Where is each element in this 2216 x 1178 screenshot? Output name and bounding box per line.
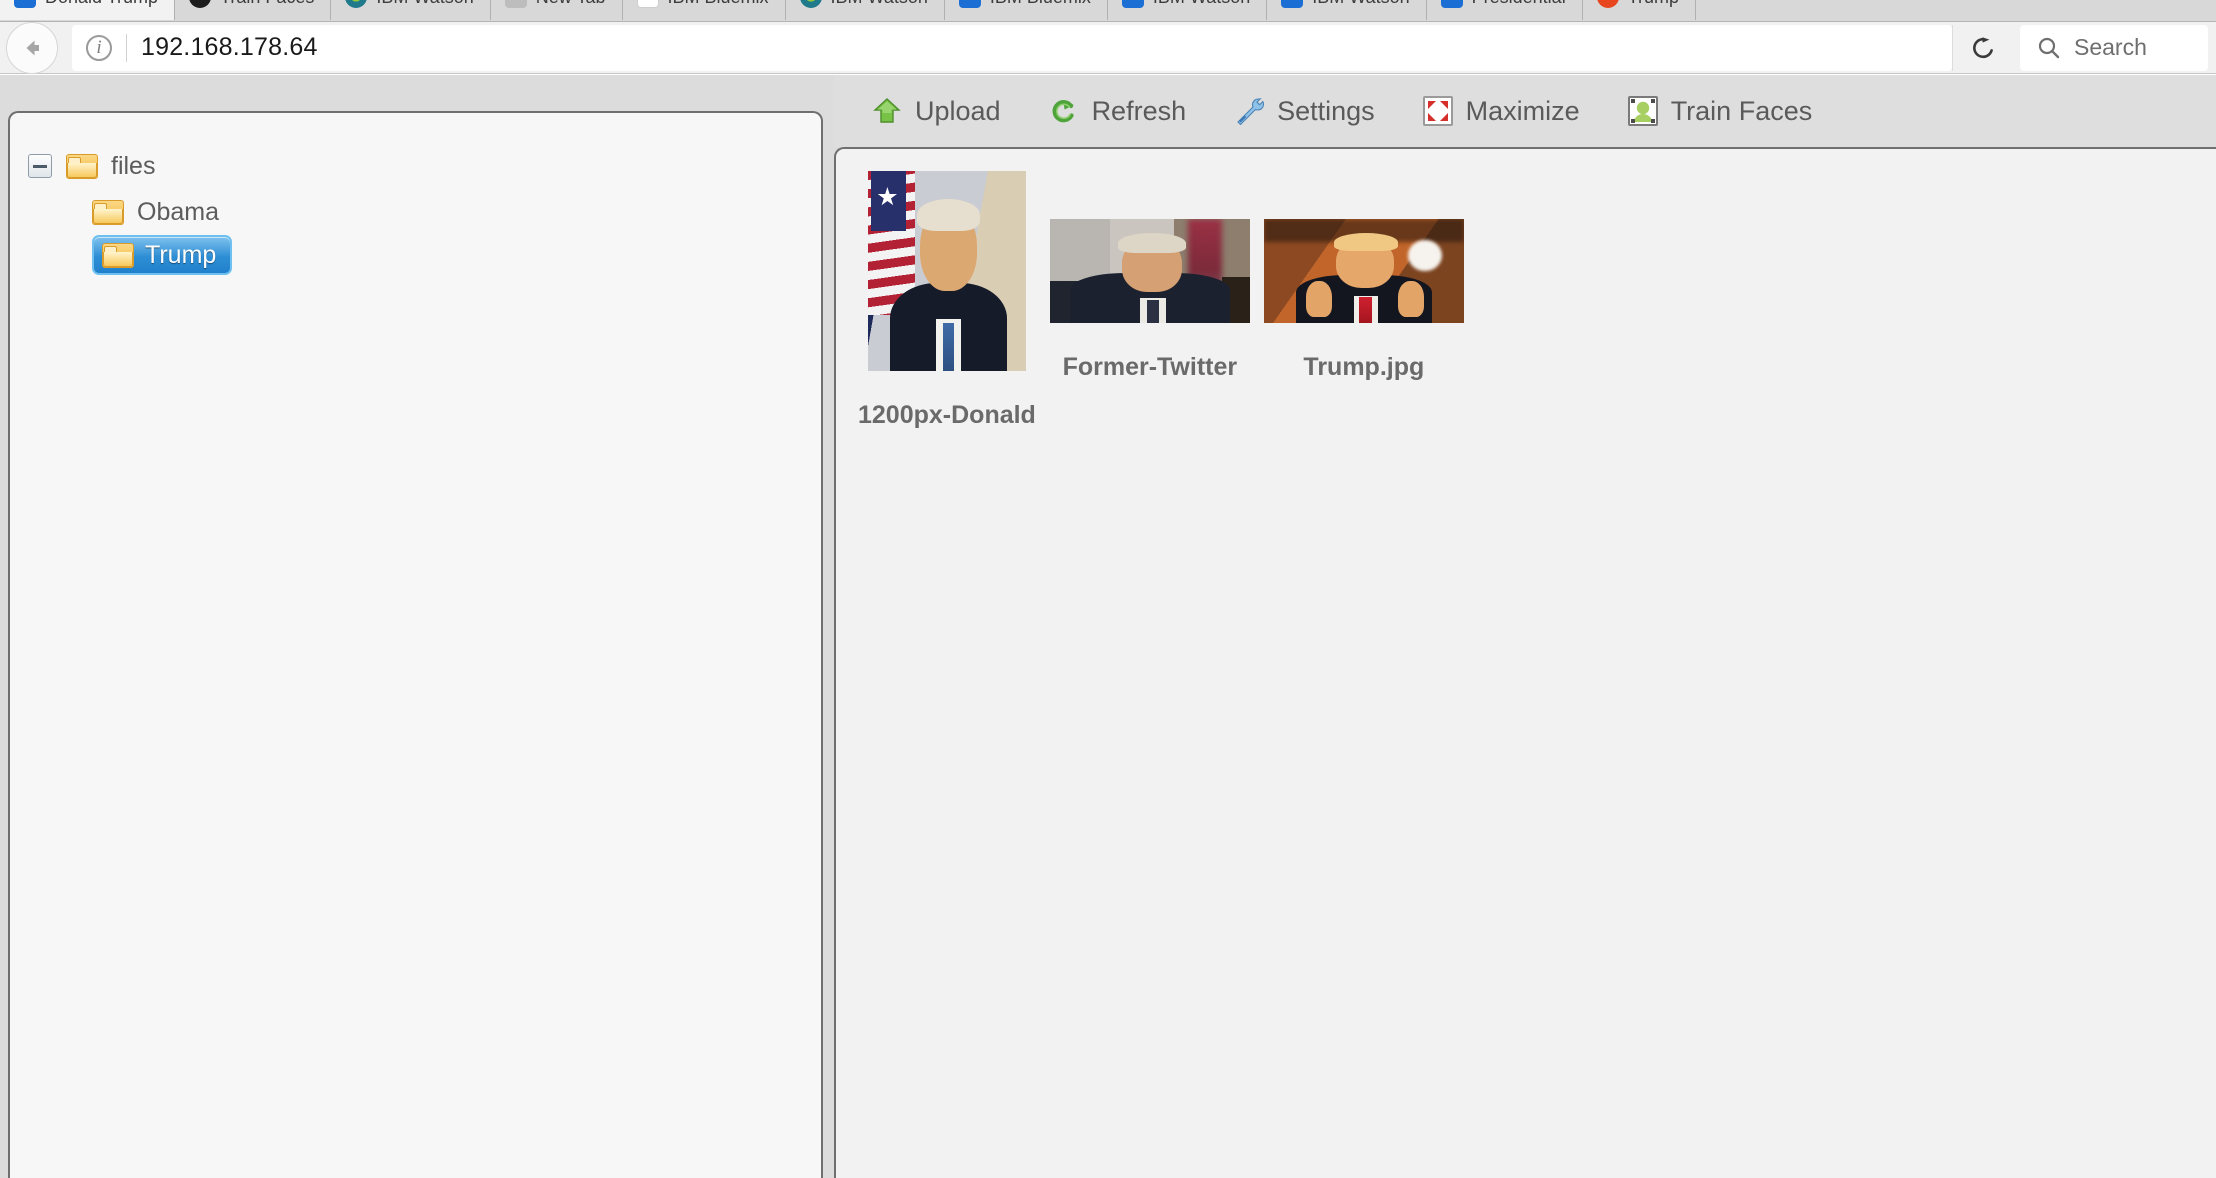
back-arrow-icon[interactable] [6, 21, 58, 74]
favicon-blue-icon [1440, 0, 1463, 8]
browser-tab[interactable]: IBM Watson [1107, 0, 1268, 20]
image-gallery-panel: 1200px-Donald Former-Twitter Trump.jpg [834, 147, 2216, 1178]
browser-tab[interactable]: IBM Bluemix [622, 0, 786, 20]
train-faces-button[interactable]: Train Faces [1627, 90, 1835, 133]
info-glyph: i [96, 36, 102, 58]
maximize-arrows-icon [1422, 96, 1453, 126]
maximize-button[interactable]: Maximize [1422, 90, 1602, 133]
favicon-blue-icon [14, 0, 36, 8]
browser-tab[interactable]: IBM Watson [785, 0, 945, 20]
tree-item-label: files [111, 151, 156, 180]
folder-tree-panel: files Obama Trump [8, 111, 823, 1178]
browser-tab-label: Trump [1628, 0, 1679, 8]
photo-thumbs-up-left [1305, 281, 1332, 317]
favicon-black-icon [189, 0, 212, 8]
upload-arrow-icon [872, 96, 902, 126]
browser-tab[interactable]: Trump [1582, 0, 1697, 20]
browser-tab-label: IBM Bluemix [668, 0, 769, 8]
photo-thumbs-up-right [1397, 281, 1424, 317]
info-icon[interactable]: i [86, 34, 112, 61]
folder-icon [92, 199, 124, 225]
browser-navigation-bar: i 192.168.178.64 Search [0, 21, 2216, 74]
wrench-icon [1234, 96, 1265, 126]
tree-item-label: Obama [137, 197, 219, 226]
gallery-item[interactable]: Former-Twitter [1049, 219, 1250, 382]
browser-tab-label: Presidential [1472, 0, 1566, 8]
gallery-item-caption: Trump.jpg [1303, 353, 1425, 381]
favicon-gray-icon [504, 0, 527, 8]
browser-tab-label: IBM Watson [376, 0, 473, 8]
browser-tab-label: IBM Bluemix [990, 0, 1091, 8]
browser-tab[interactable]: IBM Watson [1267, 0, 1427, 20]
browser-tab[interactable]: Train Faces [175, 0, 332, 20]
photo-hair [1117, 232, 1186, 254]
tree-item-files[interactable]: files [28, 143, 821, 189]
browser-tab-label: Donald Trump [45, 0, 158, 8]
search-placeholder: Search [2074, 34, 2147, 60]
browser-tab[interactable]: New Tab [490, 0, 623, 20]
refresh-circular-arrow-icon [1049, 96, 1079, 126]
thumbnail-image[interactable] [1263, 219, 1464, 323]
toolbar-button-label: Upload [915, 95, 1001, 126]
favicon-blue-icon [1281, 0, 1304, 8]
thumbnail-image[interactable] [867, 171, 1026, 371]
browser-tab-label: IBM Watson [1312, 0, 1409, 8]
tab-strip-inner: Donald Trump Train Faces IBM Watson New … [0, 0, 2216, 20]
favicon-blue-icon [958, 0, 981, 8]
content-toolbar: Upload Refresh Settings Maximize Train F… [834, 75, 2216, 147]
thumbnail-grid: 1200px-Donald Former-Twitter Trump.jpg [836, 149, 2216, 430]
photo-tie [1358, 297, 1372, 323]
favicon-orange-icon [1596, 0, 1619, 8]
toolbar-button-label: Settings [1277, 95, 1375, 126]
browser-tab-label: Train Faces [220, 0, 314, 8]
toolbar-button-label: Refresh [1091, 95, 1187, 126]
url-bar-divider [126, 33, 127, 62]
toolbar-button-label: Train Faces [1670, 95, 1813, 126]
folder-icon [102, 242, 134, 268]
photo-tie [1146, 300, 1159, 323]
browser-tab[interactable]: IBM Bluemix [944, 0, 1108, 20]
search-input[interactable]: Search [2020, 24, 2208, 71]
toolbar-button-label: Maximize [1465, 95, 1580, 126]
settings-button[interactable]: Settings [1234, 90, 1397, 133]
photo-hair [1333, 232, 1398, 252]
favicon-white-icon [636, 0, 659, 8]
browser-tab-strip[interactable]: Donald Trump Train Faces IBM Watson New … [0, 0, 2216, 22]
upload-button[interactable]: Upload [872, 90, 1023, 133]
photo-tie [942, 323, 955, 371]
browser-tab-label: New Tab [536, 0, 606, 8]
reload-icon[interactable] [1952, 24, 2012, 71]
thumbnail-image[interactable] [1049, 219, 1250, 323]
gallery-item-caption: Former-Twitter [1062, 353, 1238, 381]
tree-item-label: Trump [145, 240, 217, 269]
collapse-minus-icon[interactable] [28, 154, 52, 178]
url-text[interactable]: 192.168.178.64 [141, 33, 318, 62]
photo-hair [916, 199, 981, 231]
favicon-teal-icon [345, 0, 368, 8]
folder-icon [66, 153, 98, 179]
browser-tab[interactable]: IBM Watson [331, 0, 491, 20]
page-body: files Obama Trump Upload Refresh Setting… [0, 75, 2216, 1178]
favicon-teal-icon [799, 0, 822, 8]
folder-tree: files Obama Trump [10, 113, 821, 275]
search-icon [2038, 37, 2060, 58]
url-bar[interactable]: i 192.168.178.64 [72, 24, 1952, 71]
face-frame-icon [1627, 96, 1658, 126]
tree-item-trump-wrapper: Trump [28, 235, 821, 275]
browser-tab[interactable]: Presidential [1426, 0, 1583, 20]
photo-light-spot [1407, 239, 1442, 271]
favicon-blue-icon [1121, 0, 1144, 8]
tree-item-obama[interactable]: Obama [28, 189, 821, 235]
tree-item-trump[interactable]: Trump [92, 235, 233, 275]
gallery-item[interactable]: 1200px-Donald [858, 171, 1036, 430]
browser-tab-label: IBM Watson [1153, 0, 1250, 8]
browser-tab-label: IBM Watson [831, 0, 928, 8]
refresh-button[interactable]: Refresh [1049, 90, 1209, 133]
gallery-item[interactable]: Trump.jpg [1263, 219, 1464, 382]
browser-tab[interactable]: Donald Trump [0, 0, 176, 20]
gallery-item-caption: 1200px-Donald [858, 401, 1036, 429]
